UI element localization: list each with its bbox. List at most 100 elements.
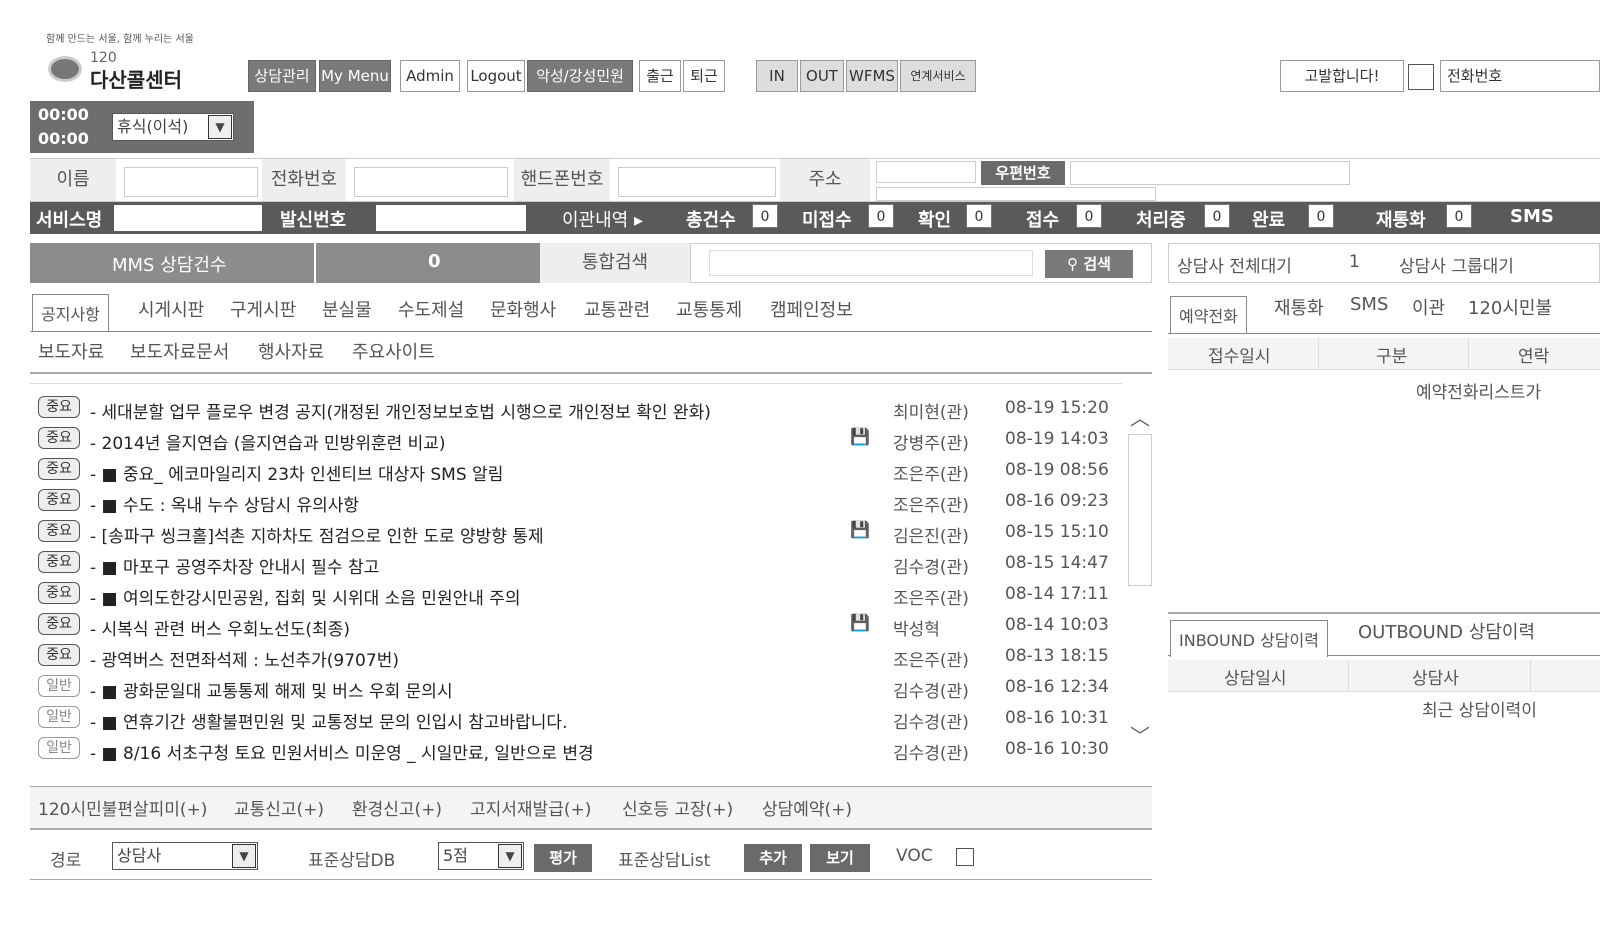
mobile-input[interactable]	[618, 167, 776, 197]
notice-row[interactable]: 중요 - ■ 여의도한강시민공원, 집회 및 시위대 소음 민원안내 주의 조은주(…	[30, 578, 1122, 609]
mymenu-button[interactable]: My Menu	[319, 60, 391, 92]
done-count: 0	[1308, 204, 1334, 228]
search-box: ⚲ 검색	[690, 243, 1152, 283]
notice-title[interactable]: - ■ 연휴기간 생활불편민원 및 교통정보 문의 인입시 참고바랍니다.	[90, 708, 567, 733]
view-button[interactable]: 보기	[810, 844, 870, 872]
link-consult-reservation[interactable]: 상담예약(+)	[762, 795, 852, 820]
phone-input[interactable]	[354, 167, 508, 197]
checkout-button[interactable]: 퇴근	[683, 60, 725, 92]
notice-tabs: 공지사항 시게시판 구게시판 분실물 수도제설 문화행사 교통관련 교통통제 캠…	[30, 292, 1152, 332]
notice-row[interactable]: 중요 - 광역버스 전면좌석제 : 노선추가(9707번) 조은주(관) 08-13 …	[30, 640, 1122, 671]
notice-title[interactable]: - 2014년 을지연습 (을지연습과 민방위훈련 비교)	[90, 429, 446, 454]
chevron-down-icon: ▼	[232, 844, 256, 868]
tab-transfer[interactable]: 이관	[1412, 294, 1445, 320]
search-button[interactable]: ⚲ 검색	[1045, 250, 1133, 278]
zip-input[interactable]	[876, 161, 976, 183]
tab-traffic-control[interactable]: 교통통제	[676, 296, 742, 322]
counsel-button[interactable]: 상담관리	[248, 60, 316, 92]
search-input[interactable]	[709, 250, 1033, 276]
tab-major-sites[interactable]: 주요사이트	[352, 338, 435, 364]
address-input-1[interactable]	[1070, 161, 1350, 185]
notice-title[interactable]: - ■ 수도 : 옥내 누수 상담시 유의사항	[90, 491, 359, 516]
tab-outbound-history[interactable]: OUTBOUND 상담이력	[1358, 618, 1535, 644]
notice-title[interactable]: - ■ 여의도한강시민공원, 집회 및 시위대 소음 민원안내 주의	[90, 584, 521, 609]
top-phone-label: 전화번호	[1440, 60, 1600, 92]
scroll-thumb[interactable]	[1128, 434, 1152, 586]
notice-row[interactable]: 일반 - ■ 연휴기간 생활불편민원 및 교통정보 문의 인입시 참고바랍니다. 김…	[30, 702, 1122, 733]
link-env-report[interactable]: 환경신고(+)	[352, 795, 442, 820]
notice-title[interactable]: - ■ 광화문일대 교통통제 해제 및 버스 우회 문의시	[90, 677, 453, 702]
tab-water[interactable]: 수도제설	[398, 296, 464, 322]
notice-row[interactable]: 일반 - ■ 광화문일대 교통통제 해제 및 버스 우회 문의시 김수경(관) 08-…	[30, 671, 1122, 702]
processing-count: 0	[1204, 204, 1230, 228]
notice-row[interactable]: 일반 - ■ 8/16 서초구청 토요 민원서비스 미운영 _ 시일만료, 일반으…	[30, 733, 1122, 764]
voc-checkbox[interactable]	[956, 848, 974, 866]
notice-title[interactable]: - 세대분할 업무 플로우 변경 공지(개정된 개인정보보호법 시행으로 개인정…	[90, 398, 711, 423]
transfer-history-link[interactable]: 이관내역 ▸	[562, 206, 643, 232]
notice-title[interactable]: - 시복식 관련 버스 우회노선도(최종)	[90, 615, 350, 640]
tab-city-board[interactable]: 시게시판	[138, 296, 204, 322]
service-input[interactable]	[114, 205, 262, 231]
caller-input[interactable]	[376, 205, 526, 231]
wfms-button[interactable]: WFMS	[846, 60, 898, 92]
link-signal-fault[interactable]: 신호등 고장(+)	[622, 795, 733, 820]
tab-inbound-history[interactable]: INBOUND 상담이력	[1170, 620, 1328, 657]
attachment-icon[interactable]: 💾	[850, 520, 870, 540]
priority-badge: 일반	[38, 706, 80, 728]
address-input-2[interactable]	[876, 187, 1156, 201]
notice-row[interactable]: 중요 - [송파구 씽크홀]석촌 지하차도 점검으로 인한 도로 양방향 통제 💾 김…	[30, 516, 1122, 547]
attachment-icon[interactable]: 💾	[850, 613, 870, 633]
in-button[interactable]: IN	[756, 60, 798, 92]
notice-row[interactable]: 중요 - 시복식 관련 버스 우회노선도(최종) 💾 박성혁 08-14 10:03	[30, 609, 1122, 640]
complaint-button[interactable]: 악성/강성민원	[527, 60, 633, 92]
notice-title[interactable]: - ■ 마포구 공영주차장 안내시 필수 참고	[90, 553, 379, 578]
link-civil-watch[interactable]: 120시민불편살피미(+)	[38, 795, 207, 820]
add-button[interactable]: 추가	[744, 844, 802, 872]
tab-lost-items[interactable]: 분실물	[322, 296, 372, 322]
scroll-up-icon[interactable]: ︿	[1130, 402, 1150, 431]
tab-traffic[interactable]: 교통관련	[584, 296, 650, 322]
eval-button[interactable]: 평가	[534, 844, 592, 872]
linked-service-button[interactable]: 연계서비스	[900, 60, 976, 92]
tab-culture[interactable]: 문화행사	[490, 296, 556, 322]
out-button[interactable]: OUT	[800, 60, 844, 92]
name-label: 이름	[30, 159, 116, 201]
notice-row[interactable]: 중요 - ■ 수도 : 옥내 누수 상담시 유의사항 조은주(관) 08-16 09:…	[30, 485, 1122, 516]
tab-notice[interactable]: 공지사항	[32, 294, 109, 331]
notice-row[interactable]: 중요 - ■ 마포구 공영주차장 안내시 필수 참고 김수경(관) 08-15 14:…	[30, 547, 1122, 578]
tab-district-board[interactable]: 구게시판	[230, 296, 296, 322]
report-button[interactable]: 고발합니다!	[1280, 60, 1404, 92]
tab-sms[interactable]: SMS	[1350, 294, 1388, 315]
notice-list: 중요 - 세대분할 업무 플로우 변경 공지(개정된 개인정보보호법 시행으로 개…	[30, 383, 1122, 764]
name-input[interactable]	[124, 167, 258, 197]
tab-reservation[interactable]: 예약전화	[1170, 296, 1247, 333]
notice-scrollbar[interactable]: ︿ ﹀	[1126, 390, 1154, 760]
link-traffic-report[interactable]: 교통신고(+)	[234, 795, 324, 820]
notice-date: 08-15 15:10	[1005, 522, 1109, 542]
report-checkbox[interactable]	[1408, 64, 1434, 90]
notice-title[interactable]: - ■ 8/16 서초구청 토요 민원서비스 미운영 _ 시일만료, 일반으로 …	[90, 739, 594, 764]
notice-row[interactable]: 중요 - 세대분할 업무 플로우 변경 공지(개정된 개인정보보호법 시행으로 개…	[30, 392, 1122, 423]
tab-campaign[interactable]: 캠페인정보	[770, 296, 853, 322]
scroll-down-icon[interactable]: ﹀	[1130, 720, 1150, 749]
zip-button[interactable]: 우편번호	[981, 161, 1065, 185]
notice-row[interactable]: 중요 - ■ 중요_ 에코마일리지 23차 인센티브 대상자 SMS 알림 조은주(…	[30, 454, 1122, 485]
checkin-button[interactable]: 출근	[639, 60, 681, 92]
attachment-icon[interactable]: 💾	[850, 427, 870, 447]
route-select[interactable]: 상담사 ▼	[112, 842, 258, 870]
admin-button[interactable]: Admin	[400, 60, 460, 92]
tab-press[interactable]: 보도자료	[38, 338, 104, 364]
tab-press-docs[interactable]: 보도자료문서	[130, 338, 229, 364]
link-bill-reissue[interactable]: 고지서재발급(+)	[470, 795, 591, 820]
status-select[interactable]: 휴식(이석) ▼	[112, 113, 234, 141]
notice-title[interactable]: - [송파구 씽크홀]석촌 지하차도 점검으로 인한 도로 양방향 통제	[90, 522, 544, 547]
tab-event-docs[interactable]: 행사자료	[258, 338, 324, 364]
notice-title[interactable]: - 광역버스 전면좌석제 : 노선추가(9707번)	[90, 646, 399, 671]
notice-author: 김은진(관)	[893, 527, 969, 547]
notice-title[interactable]: - ■ 중요_ 에코마일리지 23차 인센티브 대상자 SMS 알림	[90, 460, 503, 485]
score-select[interactable]: 5점 ▼	[438, 842, 524, 870]
logout-button[interactable]: Logout	[467, 60, 525, 92]
tab-civil[interactable]: 120시민불	[1468, 294, 1552, 320]
tab-recall[interactable]: 재통화	[1274, 294, 1324, 320]
notice-row[interactable]: 중요 - 2014년 을지연습 (을지연습과 민방위훈련 비교) 💾 강병주(관) 08…	[30, 423, 1122, 454]
